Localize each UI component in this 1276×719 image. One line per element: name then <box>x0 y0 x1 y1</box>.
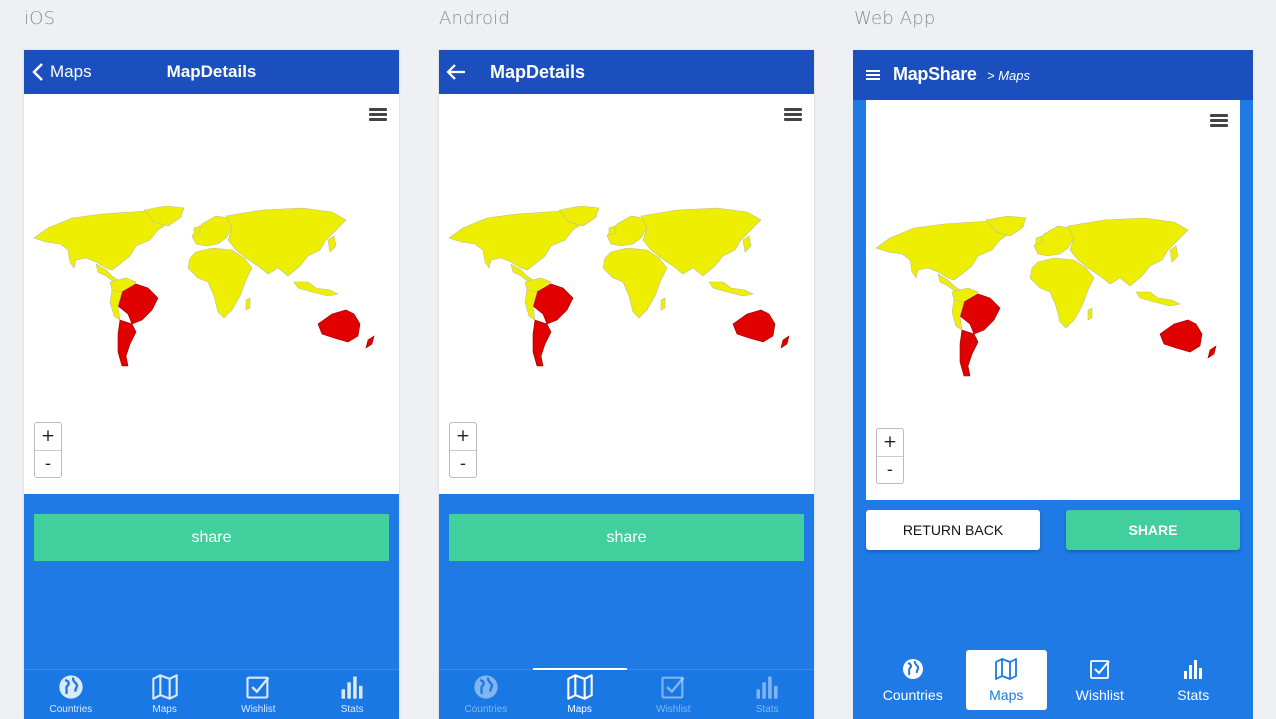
ios-section-label: iOS <box>24 8 56 29</box>
zoom-in-button[interactable]: + <box>450 423 476 450</box>
tab-stats[interactable]: Stats <box>305 670 399 719</box>
zoom-in-button[interactable]: + <box>35 423 61 450</box>
share-button[interactable]: share <box>449 514 804 561</box>
tab-bar: Countries Maps Wishlist Stats <box>24 669 399 719</box>
page-title: MapDetails <box>166 62 257 81</box>
zoom-out-button[interactable]: - <box>450 450 476 477</box>
map-menu-icon[interactable] <box>369 108 387 122</box>
tab-label: Countries <box>49 704 93 715</box>
ios-navbar: Maps MapDetails <box>24 50 399 94</box>
app-brand[interactable]: MapShare <box>893 64 977 85</box>
android-section-label: Android <box>439 8 510 29</box>
tab-label: Stats <box>755 704 779 715</box>
tab-countries[interactable]: Countries <box>24 670 118 719</box>
world-map[interactable] <box>874 216 1234 386</box>
zoom-out-button[interactable]: - <box>877 456 903 483</box>
bottom-navigation: Countries Maps Wishlist Stats <box>439 668 814 719</box>
ios-screen: Maps MapDetails + - share Countries Maps… <box>24 50 399 719</box>
map-icon <box>151 673 179 701</box>
web-screen: MapShare > Maps + - RETURN BACK SHARE Co… <box>853 50 1253 719</box>
map-menu-icon[interactable] <box>784 108 802 122</box>
web-tab-bar: Countries Maps Wishlist Stats <box>853 650 1253 710</box>
share-button[interactable]: share <box>34 514 389 561</box>
tab-maps[interactable]: Maps <box>532 668 627 719</box>
tab-label: Countries <box>464 704 508 715</box>
map-panel[interactable]: + - <box>866 100 1240 500</box>
globe-icon <box>57 673 85 701</box>
back-button[interactable] <box>445 50 467 94</box>
tab-label: Wishlist <box>1075 687 1124 703</box>
tab-label: Stats <box>340 704 364 715</box>
tab-label: Stats <box>1177 687 1210 703</box>
bar-chart-icon <box>753 673 781 701</box>
arrow-left-icon <box>446 64 465 80</box>
zoom-in-button[interactable]: + <box>877 429 903 456</box>
bar-chart-icon <box>1181 657 1205 681</box>
tab-maps[interactable]: Maps <box>118 670 212 719</box>
tab-wishlist[interactable]: Wishlist <box>627 670 721 719</box>
map-menu-icon[interactable] <box>1210 114 1228 128</box>
tab-wishlist[interactable]: Wishlist <box>1059 650 1141 710</box>
zoom-control: + - <box>876 428 904 484</box>
return-back-button[interactable]: RETURN BACK <box>866 510 1040 550</box>
tab-countries[interactable]: Countries <box>439 670 533 719</box>
world-map[interactable] <box>447 206 807 376</box>
world-map[interactable] <box>32 206 392 376</box>
tab-label: Wishlist <box>656 704 691 715</box>
checkbox-icon <box>1088 657 1112 681</box>
breadcrumb[interactable]: > Maps <box>987 68 1030 83</box>
share-button[interactable]: SHARE <box>1066 510 1240 550</box>
globe-icon <box>901 657 925 681</box>
menu-icon[interactable] <box>866 70 880 81</box>
tab-label: Countries <box>882 687 943 703</box>
zoom-control: + - <box>449 422 477 478</box>
tab-stats[interactable]: Stats <box>1153 650 1235 710</box>
map-icon <box>994 657 1018 681</box>
tab-stats[interactable]: Stats <box>720 670 814 719</box>
map-panel[interactable]: + - <box>24 94 399 494</box>
page-title: MapDetails <box>490 62 586 82</box>
zoom-out-button[interactable]: - <box>35 450 61 477</box>
web-section-label: Web App <box>854 8 936 29</box>
android-toolbar: MapDetails <box>439 50 814 94</box>
zoom-control: + - <box>34 422 62 478</box>
globe-icon <box>472 673 500 701</box>
tab-label: Maps <box>152 704 177 715</box>
tab-maps[interactable]: Maps <box>965 650 1047 710</box>
tab-label: Maps <box>989 687 1024 703</box>
tab-countries[interactable]: Countries <box>872 650 954 710</box>
checkbox-icon <box>659 673 687 701</box>
map-icon <box>566 673 594 701</box>
map-panel[interactable]: + - <box>439 94 814 494</box>
android-screen: MapDetails + - share Countries Maps Wish… <box>439 50 814 719</box>
tab-wishlist[interactable]: Wishlist <box>212 670 306 719</box>
bar-chart-icon <box>338 673 366 701</box>
checkbox-icon <box>244 673 272 701</box>
tab-label: Wishlist <box>241 704 276 715</box>
web-header: MapShare > Maps <box>853 50 1253 100</box>
tab-label: Maps <box>567 704 592 715</box>
